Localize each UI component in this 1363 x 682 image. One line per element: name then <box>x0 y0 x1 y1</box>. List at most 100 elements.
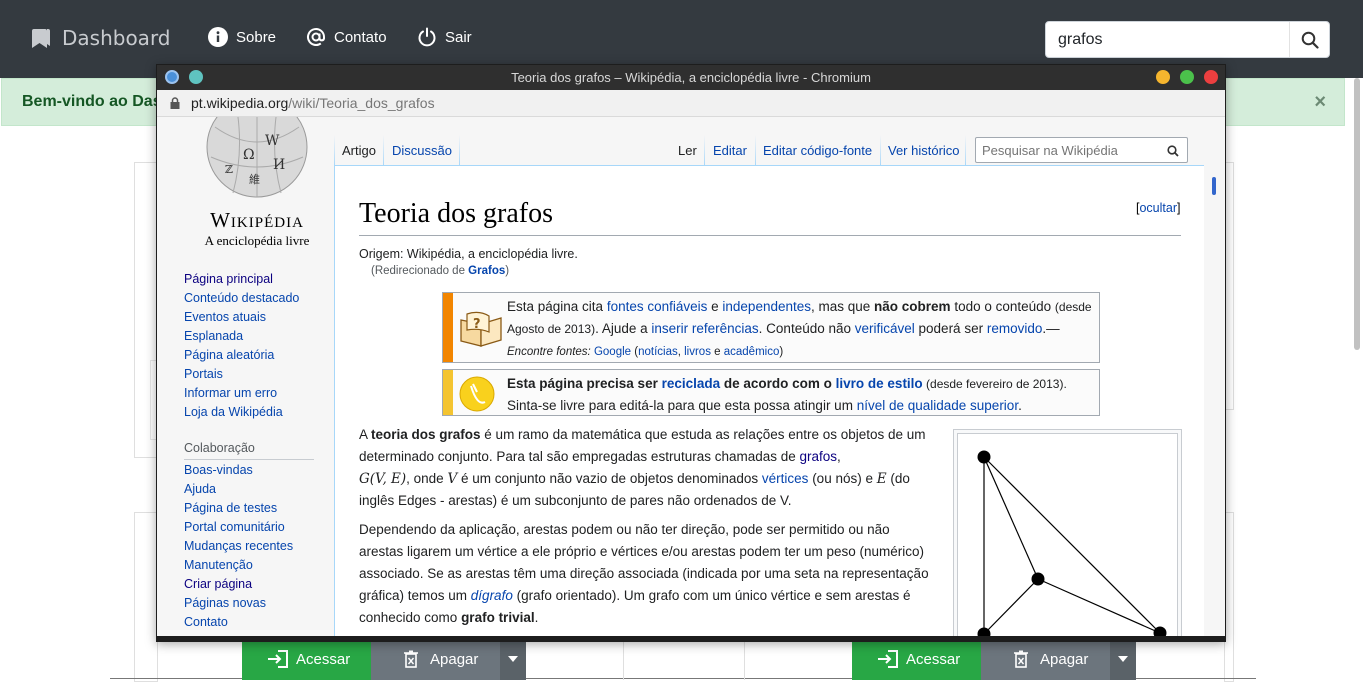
trash-icon <box>1014 650 1028 668</box>
hide-link[interactable]: [ocultar] <box>1136 201 1181 215</box>
sidebar-item-paginas-novas[interactable]: Páginas novas <box>184 596 293 615</box>
ambox-bold: Esta página precisa ser <box>507 376 662 391</box>
page-scrollbar[interactable] <box>1212 177 1216 195</box>
link-google[interactable]: Google <box>594 346 631 358</box>
sidebar-item-pagina-principal[interactable]: Página principal <box>184 272 299 291</box>
wikipedia-tagline: A enciclopédia livre <box>204 233 310 248</box>
link-independentes[interactable]: independentes <box>722 299 811 314</box>
sidebar-item-ajuda[interactable]: Ajuda <box>184 482 293 501</box>
link-removido[interactable]: removido <box>987 321 1043 336</box>
tab-ver-historico[interactable]: Ver histórico <box>888 143 960 165</box>
hide-label[interactable]: ocultar <box>1139 201 1177 215</box>
sidebar-collaboration: Boas-vindas Ajuda Página de testes Porta… <box>184 463 293 634</box>
sidebar-item-pagina-testes[interactable]: Página de testes <box>184 501 293 520</box>
dashboard-scrollbar[interactable] <box>1354 78 1360 350</box>
link-reciclada[interactable]: reciclada <box>662 376 721 391</box>
title-underline <box>359 235 1181 236</box>
wikipedia-page: Ω W И 維 ℤ Wikipédia A enciclopédia livre… <box>157 117 1225 636</box>
tab-editar[interactable]: Editar <box>713 143 747 165</box>
tab-separator <box>965 135 966 166</box>
pin-window-icon[interactable] <box>189 70 203 84</box>
sidebar-item-eventos-atuais[interactable]: Eventos atuais <box>184 310 299 329</box>
paragraph-text: (ou nós) e <box>808 471 877 486</box>
link-fontes-confiaveis[interactable]: fontes confiáveis <box>607 299 708 314</box>
link-inserir-referencias[interactable]: inserir referências <box>651 321 758 336</box>
nav-link-sair[interactable]: Sair <box>417 27 472 47</box>
access-button[interactable]: Acessar <box>852 638 981 680</box>
brand-link[interactable]: Dashboard <box>30 26 171 50</box>
redirect-suffix: ) <box>505 265 510 277</box>
ambox-text: . Conteúdo não <box>758 321 855 336</box>
ambox-text: Sinta-se livre para editá-la para que es… <box>507 398 857 413</box>
window-titlebar[interactable]: Teoria dos grafos – Wikipédia, a enciclo… <box>157 65 1225 90</box>
link-livros[interactable]: livros <box>684 346 711 358</box>
sidebar-item-pagina-aleatoria[interactable]: Página aleatória <box>184 348 299 367</box>
delete-dropdown-toggle[interactable] <box>1110 638 1136 680</box>
address-bar[interactable]: pt.wikipedia.org/wiki/Teoria_dos_grafos <box>157 90 1225 117</box>
close-button[interactable] <box>1204 70 1218 84</box>
ambox-cleanup: Esta página precisa ser reciclada de aco… <box>442 369 1100 416</box>
link-digrafo[interactable]: dígrafo <box>471 588 513 603</box>
link-grafos[interactable]: grafos <box>800 449 838 464</box>
ambox-text: ) <box>779 346 784 358</box>
tab-artigo[interactable]: Artigo <box>342 143 376 165</box>
link-noticias[interactable]: notícias <box>638 346 678 358</box>
delete-dropdown-toggle[interactable] <box>500 638 526 680</box>
wikipedia-logo[interactable]: Ω W И 維 ℤ Wikipédia A enciclopédia livre <box>177 117 337 249</box>
tab-ler[interactable]: Ler <box>678 143 697 165</box>
divider <box>623 640 624 680</box>
redirect-link[interactable]: Grafos <box>468 265 505 277</box>
nav-link-contato[interactable]: Contato <box>306 27 387 47</box>
search-input[interactable] <box>1046 22 1291 57</box>
search-icon <box>1301 31 1319 49</box>
link-vertices[interactable]: vértices <box>762 471 809 486</box>
bold-term: teoria dos grafos <box>371 427 481 442</box>
sidebar-item-portal-comunitario[interactable]: Portal comunitário <box>184 520 293 539</box>
graph-thumbnail[interactable] <box>953 429 1182 636</box>
tab-separator <box>880 135 881 166</box>
trash-icon <box>404 650 418 668</box>
math-formula: V <box>447 471 458 487</box>
search-icon[interactable] <box>1167 145 1179 157</box>
svg-text:И: И <box>273 157 285 173</box>
access-button[interactable]: Acessar <box>242 638 371 680</box>
ambox-text: e <box>707 299 723 314</box>
paragraph-text: é um conjunto não vazio de objetos denom… <box>457 471 762 486</box>
tab-separator <box>704 135 705 166</box>
sidebar-item-manutencao[interactable]: Manutenção <box>184 558 293 577</box>
window-title: Teoria dos grafos – Wikipédia, a enciclo… <box>511 70 871 85</box>
link-academico[interactable]: acadêmico <box>724 346 780 358</box>
origin-note: Origem: Wikipédia, a enciclopédia livre. <box>359 247 578 261</box>
wiki-search-input[interactable] <box>976 138 1161 162</box>
search-button[interactable] <box>1289 22 1329 57</box>
paragraph-intro: A teoria dos grafos é um ramo da matemát… <box>359 424 929 512</box>
delete-button[interactable]: Apagar <box>981 638 1110 680</box>
sidebar-item-loja[interactable]: Loja da Wikipédia <box>184 405 299 424</box>
nav-link-sobre[interactable]: Sobre <box>208 27 276 47</box>
link-livro-de-estilo[interactable]: livro de estilo <box>836 376 923 391</box>
sidebar-item-portais[interactable]: Portais <box>184 367 299 386</box>
sidebar-item-criar-pagina[interactable]: Criar página <box>184 577 293 596</box>
ambox-text: e <box>710 346 724 358</box>
sidebar-item-contato[interactable]: Contato <box>184 615 293 634</box>
sidebar-item-informar-erro[interactable]: Informar um erro <box>184 386 299 405</box>
wikipedia-globe-icon: Ω W И 維 ℤ <box>206 117 308 198</box>
info-circle-icon <box>208 27 228 47</box>
link-verificavel[interactable]: verificável <box>855 321 915 336</box>
caret-down-icon <box>508 656 518 662</box>
sidebar-item-esplanada[interactable]: Esplanada <box>184 329 299 348</box>
minimize-button[interactable] <box>1156 70 1170 84</box>
maximize-button[interactable] <box>1180 70 1194 84</box>
alert-close-button[interactable]: × <box>1314 91 1326 114</box>
sidebar-navigation: Página principal Conteúdo destacado Even… <box>184 272 299 424</box>
tab-editar-codigo-fonte[interactable]: Editar código-fonte <box>763 143 872 165</box>
ambox-bold: não cobrem <box>874 299 951 314</box>
sidebar-item-conteudo-destacado[interactable]: Conteúdo destacado <box>184 291 299 310</box>
sidebar-item-boas-vindas[interactable]: Boas-vindas <box>184 463 293 482</box>
link-nivel-qualidade[interactable]: nível de qualidade superior <box>857 398 1018 413</box>
sidebar-item-mudancas-recentes[interactable]: Mudanças recentes <box>184 539 293 558</box>
delete-button[interactable]: Apagar <box>371 638 500 680</box>
paragraph-text: . <box>534 610 539 625</box>
tab-discussao[interactable]: Discussão <box>392 143 452 165</box>
graph-drawing <box>977 450 1167 636</box>
